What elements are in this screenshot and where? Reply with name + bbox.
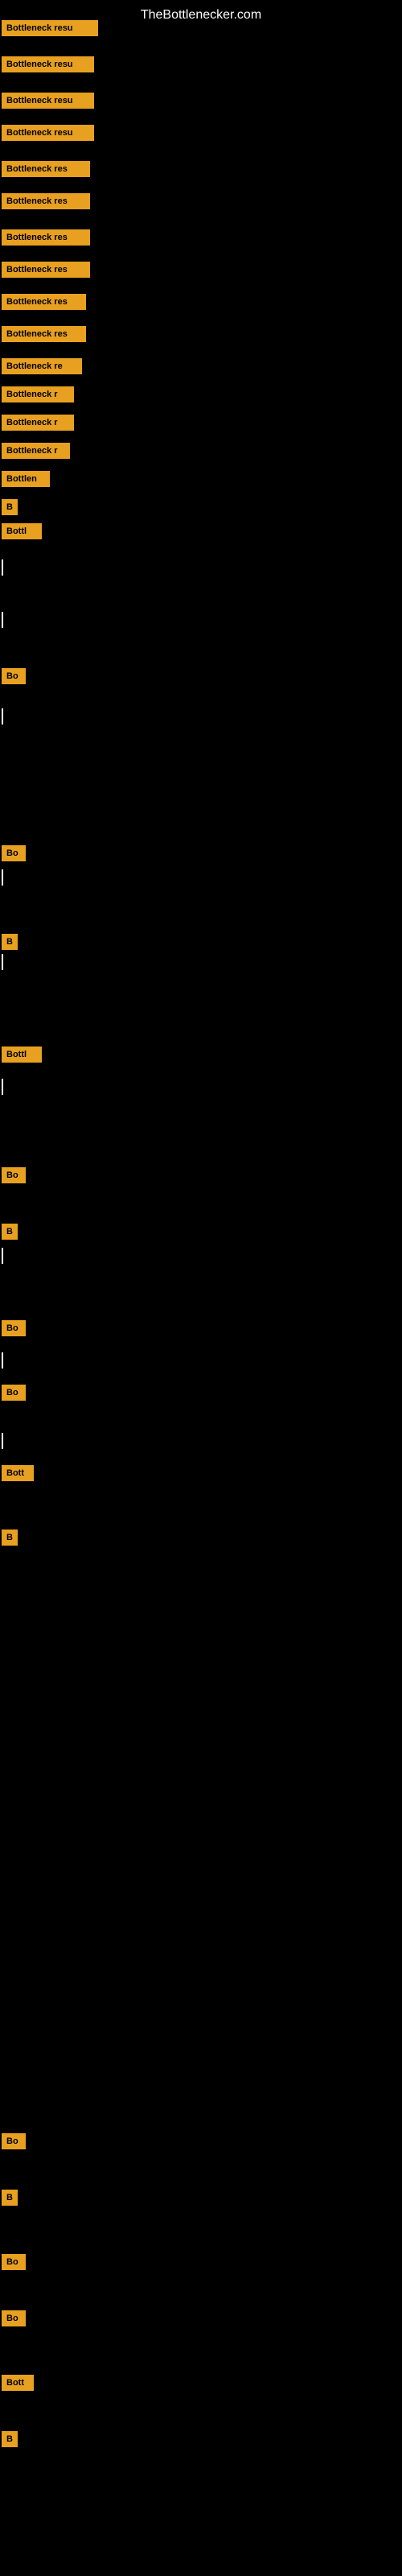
badge-11: Bottleneck re	[2, 358, 82, 374]
bottom-badge-6: B	[2, 2431, 18, 2447]
lower-badge-4: Bottl	[2, 1046, 42, 1063]
lower-badge-3: B	[2, 934, 18, 950]
line-marker-5	[2, 954, 3, 970]
lower-badge-10: B	[2, 1530, 18, 1546]
bottom-badge-2: B	[2, 2190, 18, 2206]
badge-5: Bottleneck res	[2, 161, 90, 177]
badge-9: Bottleneck res	[2, 294, 86, 310]
lower-badge-8: Bo	[2, 1385, 26, 1401]
line-marker-3	[2, 708, 3, 724]
lower-badge-7: Bo	[2, 1320, 26, 1336]
badge-12: Bottleneck r	[2, 386, 74, 402]
lower-badge-5: Bo	[2, 1167, 26, 1183]
badge-13: Bottleneck r	[2, 415, 74, 431]
line-marker-4	[2, 869, 3, 886]
badge-2: Bottleneck resu	[2, 56, 94, 72]
badge-15: Bottlen	[2, 471, 50, 487]
line-marker-1	[2, 559, 3, 576]
badge-3: Bottleneck resu	[2, 93, 94, 109]
lower-badge-6: B	[2, 1224, 18, 1240]
badge-8: Bottleneck res	[2, 262, 90, 278]
bottom-badge-5: Bott	[2, 2375, 34, 2391]
bottom-badge-1: Bo	[2, 2133, 26, 2149]
bottom-badge-4: Bo	[2, 2310, 26, 2326]
badge-1: Bottleneck resu	[2, 20, 98, 36]
badge-6: Bottleneck res	[2, 193, 90, 209]
badge-4: Bottleneck resu	[2, 125, 94, 141]
lower-badge-1: Bo	[2, 668, 26, 684]
badge-17: Bottl	[2, 523, 42, 539]
badge-10: Bottleneck res	[2, 326, 86, 342]
lower-badge-2: Bo	[2, 845, 26, 861]
badge-16: B	[2, 499, 18, 515]
badge-14: Bottleneck r	[2, 443, 70, 459]
line-marker-6	[2, 1079, 3, 1095]
lower-badge-9: Bott	[2, 1465, 34, 1481]
line-marker-7	[2, 1248, 3, 1264]
line-marker-8	[2, 1352, 3, 1368]
line-marker-2	[2, 612, 3, 628]
badge-7: Bottleneck res	[2, 229, 90, 246]
bottom-badge-3: Bo	[2, 2254, 26, 2270]
line-marker-9	[2, 1433, 3, 1449]
